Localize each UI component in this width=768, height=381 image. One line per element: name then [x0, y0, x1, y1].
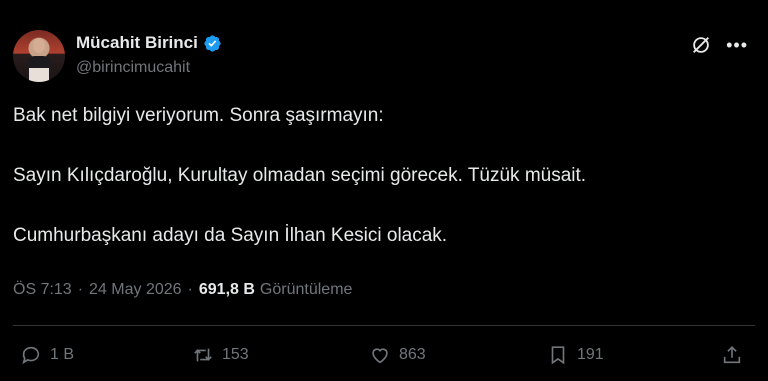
- share-button[interactable]: [721, 344, 743, 366]
- repost-button[interactable]: 153: [192, 344, 249, 366]
- views-count[interactable]: 691,8 B: [199, 281, 255, 299]
- name-row: Mücahit Birinci: [76, 33, 222, 53]
- tweet-paragraph: Cumhurbaşkanı adayı da Sayın İlhan Kesic…: [13, 225, 448, 246]
- action-bar: 1 B 153 863 191: [20, 344, 743, 370]
- like-button[interactable]: 863: [369, 344, 426, 366]
- avatar[interactable]: [13, 30, 65, 82]
- avatar-podium: [29, 68, 49, 82]
- like-count: 863: [399, 346, 426, 363]
- bookmark-count: 191: [577, 346, 604, 363]
- verified-badge-icon: [204, 34, 221, 52]
- repost-count: 153: [222, 346, 249, 363]
- tweet-time[interactable]: ÖS 7:13: [13, 281, 72, 299]
- reply-count: 1 B: [50, 346, 75, 363]
- grok-icon[interactable]: [690, 34, 712, 56]
- author-display-name[interactable]: Mücahit Birinci: [76, 33, 198, 53]
- meta-separator: ·: [77, 281, 84, 298]
- tweet-date[interactable]: 24 May 2026: [89, 281, 182, 299]
- top-actions: •••: [690, 34, 748, 56]
- tweet-text: Bak net bilgiyi veriyorum. Sonra şaşırma…: [13, 103, 753, 249]
- avatar-head: [33, 38, 45, 53]
- more-icon[interactable]: •••: [726, 36, 748, 54]
- reply-icon: [22, 346, 40, 365]
- like-icon: [372, 348, 388, 364]
- share-icon: [723, 346, 741, 364]
- bookmark-button[interactable]: 191: [547, 344, 604, 366]
- author-handle[interactable]: @birincimucahit: [76, 59, 222, 77]
- tweet-header: Mücahit Birinci @birincimucahit •••: [13, 30, 748, 86]
- meta-separator: ·: [187, 281, 193, 298]
- tweet-paragraph: Sayın Kılıçdaroğlu, Kurultay olmadan seç…: [13, 165, 587, 186]
- divider: [13, 325, 755, 326]
- author-names: Mücahit Birinci @birincimucahit: [76, 33, 222, 77]
- reply-button[interactable]: 1 B: [20, 344, 74, 366]
- tweet-paragraph: Bak net bilgiyi veriyorum. Sonra şaşırma…: [13, 105, 384, 126]
- bookmark-icon: [551, 346, 565, 365]
- repost-icon: [194, 348, 212, 362]
- views-label: Görüntüleme: [259, 281, 353, 298]
- tweet-meta: ÖS 7:13 · 24 May 2026 · 691,8 B Görüntül…: [13, 281, 352, 299]
